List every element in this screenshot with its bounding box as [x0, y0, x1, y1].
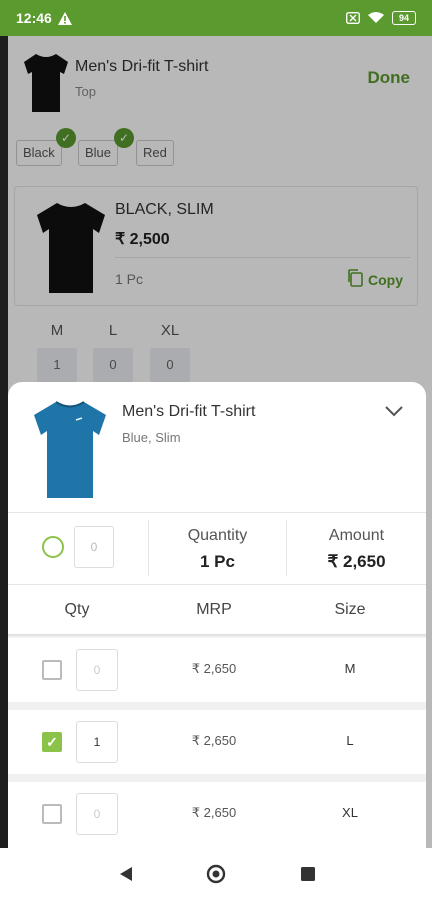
table-row: 0 ₹ 2,650 XL [8, 782, 426, 846]
home-icon[interactable] [206, 864, 226, 884]
row-size: XL [342, 805, 358, 820]
product-image-blue [32, 396, 108, 500]
quantity-value: 1 Pc [200, 552, 235, 571]
select-all-radio[interactable] [42, 536, 64, 558]
column-header-mrp: MRP [196, 601, 232, 618]
chevron-down-icon[interactable] [384, 404, 404, 418]
sheet-title: Men's Dri-fit T-shirt [122, 403, 256, 420]
row-qty-input[interactable]: 1 [76, 721, 118, 763]
bulk-qty-input[interactable]: 0 [74, 526, 114, 568]
status-bar: 12:46 94 [0, 0, 432, 36]
sheet-subtitle: Blue, Slim [122, 430, 181, 445]
back-icon[interactable] [116, 864, 136, 884]
quantity-label: Quantity [187, 527, 248, 544]
row-checkbox[interactable] [42, 804, 62, 824]
wifi-icon [368, 12, 384, 24]
battery-icon: 94 [392, 11, 416, 25]
row-separator [8, 702, 426, 710]
column-header-qty: Qty [64, 601, 90, 618]
row-separator [8, 774, 426, 782]
navigation-bar [0, 848, 432, 900]
row-checkbox[interactable] [42, 660, 62, 680]
row-qty-input[interactable]: 0 [76, 793, 118, 835]
status-time: 12:46 [16, 10, 52, 26]
row-mrp: ₹ 2,650 [191, 805, 237, 820]
row-qty-input[interactable]: 0 [76, 649, 118, 691]
recents-icon[interactable] [298, 864, 318, 884]
row-size: M [344, 661, 356, 676]
row-checkbox-checked[interactable]: ✓ [42, 732, 62, 752]
amount-label: Amount [328, 527, 385, 544]
divider [8, 512, 426, 513]
bottom-sheet: Men's Dri-fit T-shirt Blue, Slim 0 Quant… [8, 382, 426, 848]
x-box-icon [346, 12, 360, 24]
row-size: L [346, 733, 354, 748]
table-row: ✓ 1 ₹ 2,650 L [8, 710, 426, 774]
divider [8, 584, 426, 585]
row-mrp: ₹ 2,650 [191, 733, 237, 748]
amount-value: ₹ 2,650 [327, 552, 386, 571]
row-mrp: ₹ 2,650 [191, 661, 237, 676]
column-header-size: Size [334, 601, 366, 618]
warning-icon [57, 11, 72, 25]
table-row: 0 ₹ 2,650 M [8, 638, 426, 702]
